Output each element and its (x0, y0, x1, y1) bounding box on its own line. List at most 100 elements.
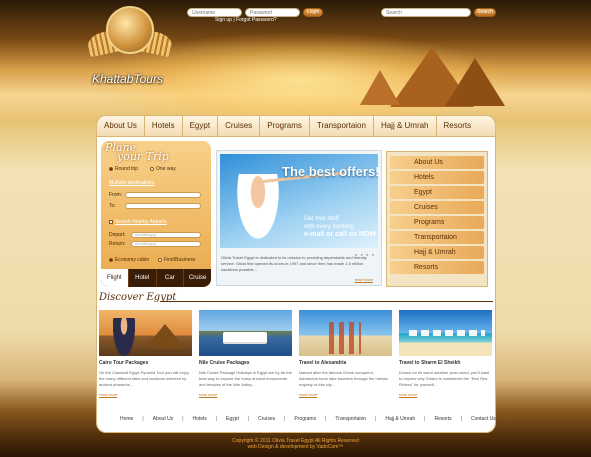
side-menu-item[interactable]: Resorts (390, 261, 484, 274)
account-links: Sign up | Forgot Password? (215, 17, 277, 23)
footer-separator: | (284, 416, 286, 422)
offer-subtext: Get free stuff with every booking e-mail… (304, 216, 376, 238)
card-text-nile: Nile Cruise Package Holidays in Egypt ar… (199, 370, 292, 387)
side-menu-item[interactable]: Hajj & Umrah (390, 246, 484, 259)
footer-separator: | (460, 416, 462, 422)
card-read-more-cairo[interactable]: read more (99, 392, 117, 397)
one-way-radio[interactable] (150, 167, 154, 171)
offer-headline: The best offers! (282, 164, 378, 179)
footer-separator: | (142, 416, 144, 422)
card-read-more-nile[interactable]: read more (199, 392, 217, 397)
nile-cruise-thumbnail[interactable] (199, 310, 292, 356)
footer-link[interactable]: Transportaion (335, 416, 366, 422)
logo[interactable]: KhattabTours (86, 6, 174, 88)
search-button[interactable]: Search (474, 8, 496, 17)
economy-radio[interactable] (109, 258, 113, 262)
return-label: Return: (109, 241, 126, 247)
discover-divider (160, 301, 493, 302)
side-menu-item[interactable]: Egypt (390, 186, 484, 199)
depart-date-input[interactable]: mm/dd/yyyy (131, 232, 201, 238)
sharm-thumbnail[interactable] (399, 310, 492, 356)
footer-link[interactable]: Hajj & Umrah (385, 416, 415, 422)
copyright: Copyright © 2011 Olivia Travel Egypt All… (232, 438, 359, 450)
footer-separator: | (325, 416, 327, 422)
nav-item[interactable]: Transportaion (310, 116, 374, 136)
side-menu-item[interactable]: About Us (390, 156, 484, 169)
signup-link[interactable]: Sign up (215, 17, 232, 23)
card-text-alexandria: Named after the famous Greek conqueror, … (299, 370, 389, 387)
scarab-icon (106, 6, 154, 54)
cairo-thumbnail[interactable] (99, 310, 192, 356)
round-trip-label: Round trip (115, 166, 139, 172)
trip-planner: Plane your Trip Round trip One way Multi… (101, 141, 211, 287)
card-title-sharm[interactable]: Travel to Sharm El Sheikh (399, 360, 460, 366)
nav-item[interactable]: Hajj & Umrah (374, 116, 437, 136)
card-read-more-alexandria[interactable]: read more (299, 392, 317, 397)
trip-planner-title: Plane your Trip (105, 141, 169, 163)
side-menu-item[interactable]: Cruises (390, 201, 484, 214)
to-input[interactable] (125, 203, 201, 209)
forgot-password-link[interactable]: Forgot Password? (236, 17, 277, 23)
footer-separator: | (247, 416, 250, 422)
side-menu-item[interactable]: Hotels (390, 171, 484, 184)
offer-read-more-link[interactable]: read more (355, 277, 373, 282)
return-date-input[interactable]: mm/dd/yyyy (131, 241, 201, 247)
side-menu-item[interactable]: Programs (390, 216, 484, 229)
footer-nav: Home | About Us | Hotels | Egypt | Cruises | Progr… (120, 416, 496, 422)
tab-flight[interactable]: Flight (101, 269, 129, 287)
footer-separator: | (375, 416, 377, 422)
footer-link[interactable]: Programs (294, 416, 316, 422)
side-menu: About Us Hotels Egypt Cruises Programs Transp… (386, 151, 488, 287)
offer-text: Olivia Travel Egypt is dedicated to its … (221, 255, 367, 272)
tab-car[interactable]: Car (157, 269, 185, 287)
round-trip-radio[interactable] (109, 167, 113, 171)
login-button[interactable]: Login (303, 8, 323, 17)
nav-item[interactable]: Cruises (218, 116, 261, 136)
side-menu-item[interactable]: Transportaion (390, 231, 484, 244)
nav-item[interactable]: Resorts (437, 116, 479, 136)
footer-link[interactable]: Hotels (193, 416, 207, 422)
woman-image (234, 174, 282, 246)
from-label: From: (109, 192, 123, 198)
footer-link[interactable]: Contact Us (471, 416, 496, 422)
footer-link[interactable]: Home (120, 416, 133, 422)
one-way-label: One way (156, 166, 176, 172)
card-read-more-sharm[interactable]: read more (399, 392, 417, 397)
booking-tabs: Flight Hotel Car Cruise (101, 269, 211, 287)
footer-link[interactable]: About Us (153, 416, 174, 422)
pyramid-small (360, 70, 400, 105)
card-title-nile[interactable]: Nile Cruise Packages (199, 360, 250, 366)
alexandria-thumbnail[interactable] (299, 310, 392, 356)
from-input[interactable] (125, 192, 201, 198)
depart-label: Depart: (109, 232, 126, 238)
footer-separator: | (182, 416, 184, 422)
nearby-airports-link[interactable]: Search Nearby Airports (115, 219, 167, 225)
nav-item[interactable]: Hotels (145, 116, 183, 136)
footer-link[interactable]: Egypt (226, 416, 239, 422)
card-title-alexandria[interactable]: Travel to Alexandria (299, 360, 346, 366)
footer-link[interactable]: Resorts (434, 416, 451, 422)
footer-separator: | (424, 416, 426, 422)
logo-text: KhattabTours (92, 72, 163, 86)
card-title-cairo[interactable]: Cairo Tour Packages (99, 360, 148, 366)
nav-item[interactable]: About Us (97, 116, 145, 136)
search-input[interactable] (381, 8, 471, 17)
card-text-cairo: On the Classical Egypt Pyramid Tour you … (99, 370, 189, 387)
pyramid-medium (445, 58, 505, 106)
main-nav: About Us Hotels Egypt Cruises Programs Transp… (96, 115, 496, 137)
password-input[interactable] (245, 8, 300, 17)
footer-link[interactable]: Cruises (258, 416, 275, 422)
tab-hotel[interactable]: Hotel (129, 269, 157, 287)
first-business-label: First/Business (164, 257, 196, 263)
footer-separator: | (215, 416, 218, 422)
nav-item[interactable]: Egypt (183, 116, 219, 136)
first-business-radio[interactable] (158, 258, 162, 262)
nav-item[interactable]: Programs (260, 116, 310, 136)
nearby-airports-checkbox[interactable] (109, 220, 113, 224)
card-text-sharm: Known for its warm weather year round, y… (399, 370, 490, 387)
multiple-destinations-link[interactable]: Multiple destinations (109, 180, 154, 186)
offer-banner[interactable]: The best offers! Get free stuff with eve… (220, 154, 378, 248)
username-input[interactable] (187, 8, 242, 17)
to-label: To: (109, 203, 116, 209)
tab-cruise[interactable]: Cruise (184, 269, 211, 287)
